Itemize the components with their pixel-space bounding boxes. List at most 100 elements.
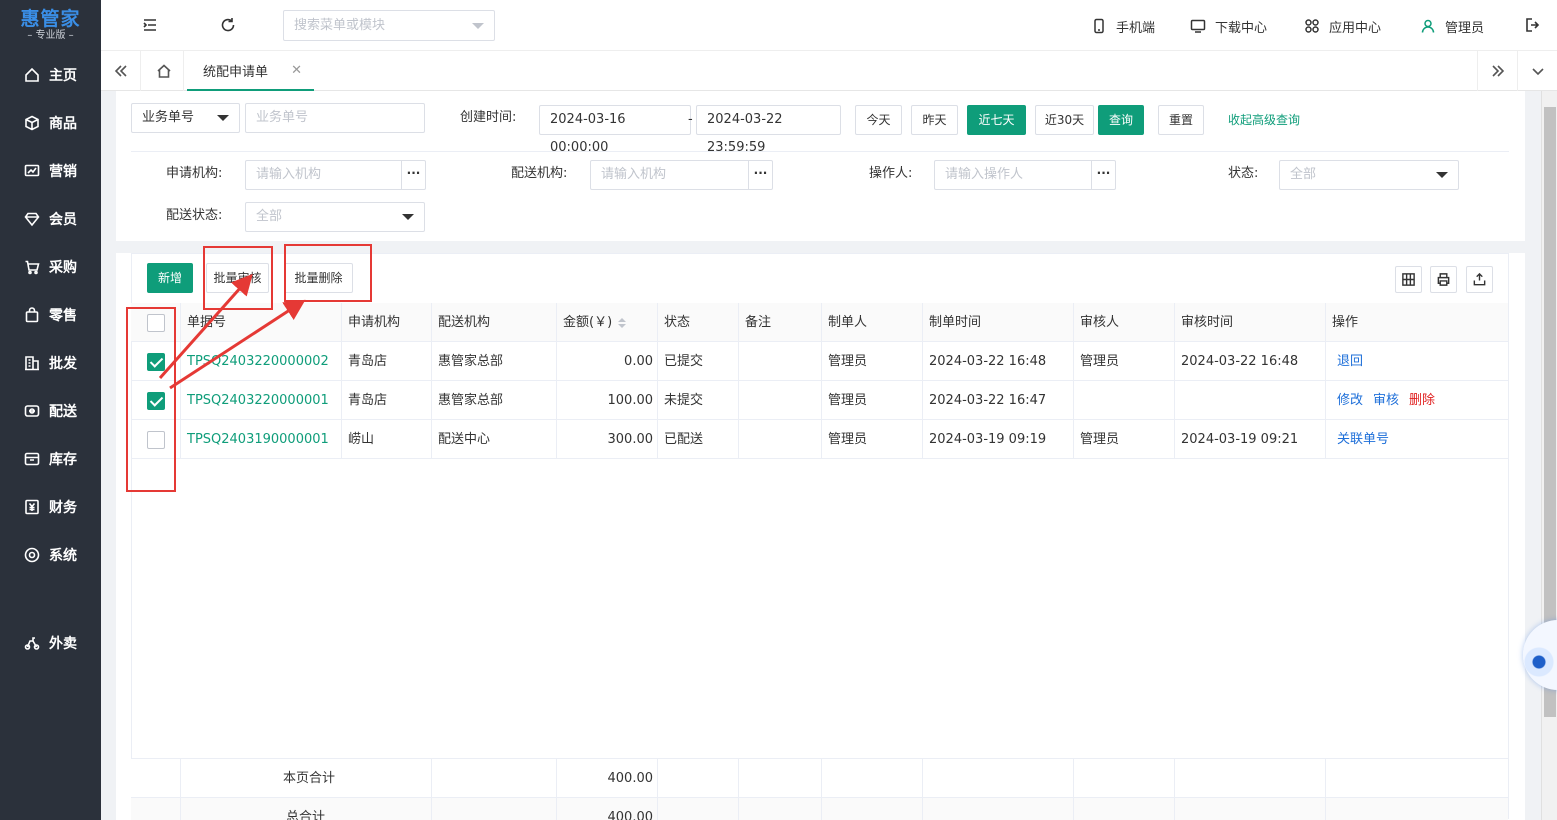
sidebar-item-label: 零售 [49, 308, 77, 324]
ship-org-input[interactable]: 请输入机构 ··· [590, 160, 773, 190]
sidebar-item-takeout[interactable]: 外卖 [0, 619, 101, 667]
sidebar-item-wholesale[interactable]: 批发 [0, 339, 101, 387]
return-link[interactable]: 退回 [1337, 354, 1363, 369]
sidebar-item-finance[interactable]: 财务 [0, 483, 101, 531]
column-settings-button[interactable] [1395, 266, 1422, 293]
last-30-days-button[interactable]: 近30天 [1035, 105, 1094, 135]
menu-toggle-icon[interactable] [141, 16, 159, 34]
doc-no-link[interactable]: TPSQ2403190000001 [181, 420, 342, 459]
date-start-input[interactable]: 2024-03-16 00:00:00 [539, 105, 691, 155]
query-button[interactable]: 查询 [1098, 105, 1144, 135]
page-scrollbar[interactable] [1541, 91, 1557, 820]
more-icon[interactable]: ··· [1091, 161, 1115, 189]
tab-menu-chevron-icon[interactable] [1517, 51, 1557, 91]
sidebar-item-purchase[interactable]: 采购 [0, 243, 101, 291]
floating-assistant-icon[interactable] [1523, 620, 1557, 690]
print-icon [1437, 273, 1450, 286]
sidebar-item-distribution[interactable]: 配送 [0, 387, 101, 435]
doc-no-link[interactable]: TPSQ2403220000001 [181, 381, 342, 420]
column-header[interactable]: 申请机构 [342, 303, 432, 342]
doc-type-select[interactable]: 业务单号 [131, 103, 240, 133]
add-button[interactable]: 新增 [147, 263, 193, 293]
sidebar-item-goods[interactable]: 商品 [0, 99, 101, 147]
column-header[interactable]: 配送机构 [432, 303, 557, 342]
remark-cell [739, 342, 822, 381]
related-doc-link[interactable]: 关联单号 [1337, 432, 1389, 447]
column-header: 操作 [1332, 315, 1359, 330]
sidebar-item-label: 外卖 [49, 636, 77, 652]
page-total-label: 本页合计 [181, 759, 432, 798]
yuan-icon [24, 499, 40, 515]
app-center-link[interactable]: 应用中心 [1304, 16, 1381, 36]
sidebar-item-marketing[interactable]: 营销 [0, 147, 101, 195]
column-header[interactable]: 审核时间 [1175, 303, 1326, 342]
sidebar-item-inventory[interactable]: 库存 [0, 435, 101, 483]
amount-cell: 100.00 [557, 381, 658, 420]
maker-cell: 管理员 [822, 381, 923, 420]
apply-org-cell: 青岛店 [342, 381, 432, 420]
export-button[interactable] [1466, 266, 1493, 293]
box-icon [24, 115, 40, 131]
today-button[interactable]: 今天 [855, 105, 902, 135]
auditor-cell: 管理员 [1074, 420, 1175, 459]
more-icon[interactable]: ··· [748, 161, 772, 189]
table-row[interactable]: TPSQ2403220000002 青岛店 惠管家总部 0.00 已提交 管理员… [131, 342, 1508, 381]
column-header[interactable]: 制单时间 [923, 303, 1074, 342]
doc-no-link[interactable]: TPSQ2403220000002 [181, 342, 342, 381]
chevron-down-icon [1436, 172, 1448, 178]
date-end-input[interactable]: 2024-03-22 23:59:59 [696, 105, 841, 155]
edit-link[interactable]: 修改 [1337, 393, 1363, 408]
ship-status-select[interactable]: 全部 [245, 202, 425, 232]
annotation-batch-delete-highlight [284, 244, 372, 302]
status-select[interactable]: 全部 [1279, 160, 1459, 190]
tab-scroll-right-icon[interactable] [1477, 51, 1517, 91]
table-row[interactable]: TPSQ2403190000001 崂山 配送中心 300.00 已配送 管理员… [131, 420, 1508, 459]
sort-icon[interactable] [618, 317, 627, 328]
make-time-cell: 2024-03-22 16:47 [923, 381, 1074, 420]
column-header[interactable]: 审核人 [1074, 303, 1175, 342]
table-row[interactable]: TPSQ2403220000001 青岛店 惠管家总部 100.00 未提交 管… [131, 381, 1508, 420]
approve-link[interactable]: 审核 [1373, 393, 1399, 408]
ship-org-cell: 配送中心 [432, 420, 557, 459]
download-center-link[interactable]: 下载中心 [1190, 16, 1267, 36]
delete-link[interactable]: 删除 [1409, 393, 1435, 408]
column-header[interactable]: 状态 [658, 303, 739, 342]
home-tab-icon[interactable] [144, 51, 184, 91]
yesterday-button[interactable]: 昨天 [911, 105, 958, 135]
user-menu[interactable]: 管理员 [1420, 16, 1484, 36]
ship-status-label: 配送状态: [166, 208, 223, 223]
reset-button[interactable]: 重置 [1158, 105, 1204, 135]
column-header-amount[interactable]: 金额(￥) [557, 303, 658, 342]
tab-scroll-left-icon[interactable] [101, 51, 141, 91]
sidebar-item-retail[interactable]: 零售 [0, 291, 101, 339]
more-icon[interactable]: ··· [401, 161, 425, 189]
apply-org-cell: 青岛店 [342, 342, 432, 381]
annotation-batch-approve-highlight [203, 246, 273, 310]
last-7-days-button[interactable]: 近七天 [967, 105, 1026, 135]
apply-org-input[interactable]: 请输入机构 ··· [245, 160, 426, 190]
grand-total-value: 400.00 [557, 798, 658, 820]
sidebar-item-system[interactable]: 系统 [0, 531, 101, 579]
operator-label: 操作人: [869, 166, 913, 181]
cart-icon [24, 259, 40, 275]
diamond-icon [24, 211, 40, 227]
refresh-icon[interactable] [219, 16, 237, 34]
column-header[interactable]: 备注 [739, 303, 822, 342]
print-button[interactable] [1430, 266, 1457, 293]
tab-distribution-request[interactable]: 统配申请单 ✕ [187, 51, 314, 91]
logout-icon[interactable] [1523, 16, 1541, 34]
close-icon[interactable]: ✕ [291, 63, 302, 78]
toggle-advanced-link[interactable]: 收起高级查询 [1228, 105, 1300, 135]
menu-search-select[interactable]: 搜索菜单或模块 [283, 10, 495, 41]
sidebar-item-home[interactable]: 主页 [0, 51, 101, 99]
sidebar-item-member[interactable]: 会员 [0, 195, 101, 243]
ship-org-cell: 惠管家总部 [432, 381, 557, 420]
bag-icon [24, 307, 40, 323]
sidebar-item-label: 批发 [49, 356, 77, 372]
mobile-link[interactable]: 手机端 [1091, 16, 1155, 36]
chevron-down-icon [217, 115, 229, 121]
maker-cell: 管理员 [822, 342, 923, 381]
column-header[interactable]: 制单人 [822, 303, 923, 342]
operator-input[interactable]: 请输入操作人 ··· [934, 160, 1116, 190]
doc-no-input[interactable]: 业务单号 [245, 103, 425, 133]
